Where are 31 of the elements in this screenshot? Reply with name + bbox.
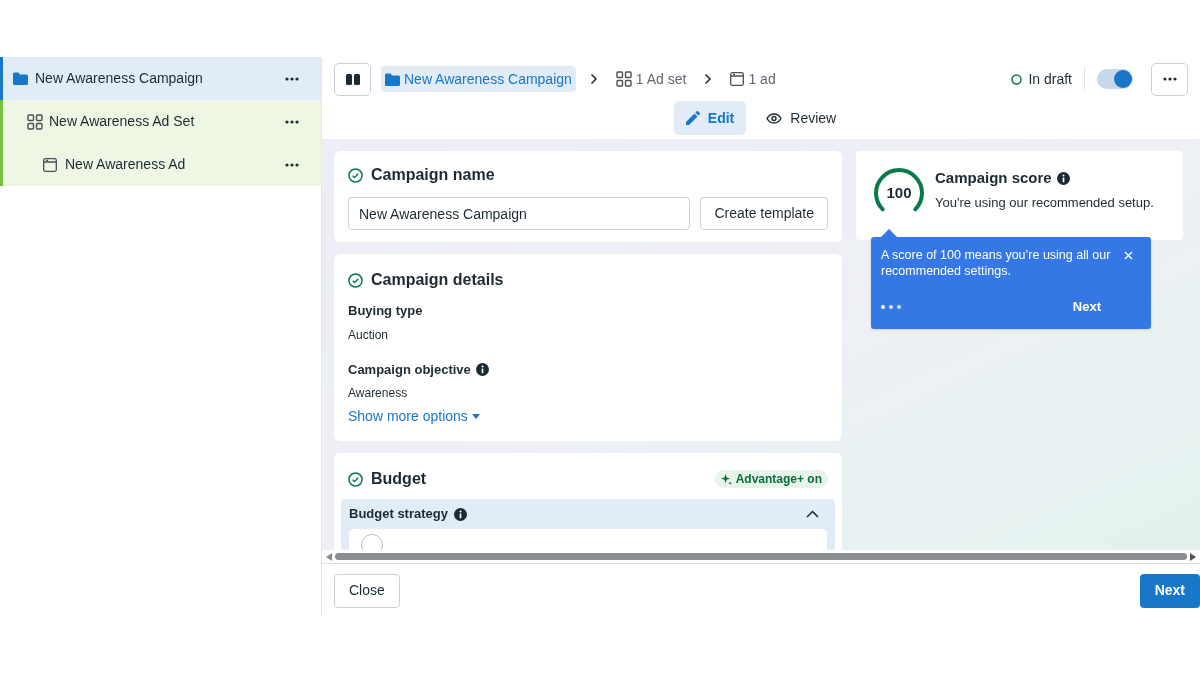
breadcrumb-item[interactable]: 1 ad: [726, 66, 780, 92]
next-button[interactable]: Next: [1139, 573, 1200, 608]
field-label: Buying type: [348, 302, 423, 320]
tab[interactable]: Edit: [673, 101, 747, 135]
score-value: 100: [886, 182, 912, 203]
breadcrumb-item[interactable]: New Awareness Campaign: [381, 66, 576, 92]
tree-item[interactable]: New Awareness Ad Set: [0, 100, 321, 143]
close-button[interactable]: Close: [334, 573, 400, 608]
section-title: Budget strategy: [349, 505, 448, 524]
breadcrumb-item[interactable]: 1 Ad set: [611, 66, 691, 92]
status-label: In draft: [1011, 68, 1072, 90]
field-label: Campaign objective: [348, 360, 471, 379]
field-value: Auction: [348, 326, 390, 344]
tooltip-next-button[interactable]: Next: [1072, 297, 1101, 317]
tree-item[interactable]: New Awareness Ad: [0, 143, 321, 186]
card-title: Budget: [371, 469, 428, 489]
score-title: Campaign score: [935, 168, 1052, 188]
item-label: New Awareness Ad Set: [49, 112, 196, 131]
show-more-link[interactable]: Show more options: [348, 406, 480, 427]
advantage-badge: Advantage+ on: [714, 470, 828, 488]
tooltip-text: A score of 100 means you’re using all our recommended settings.: [881, 247, 1112, 279]
create-template-button[interactable]: Create template: [700, 197, 828, 230]
tree-item[interactable]: New Awareness Campaign: [0, 57, 321, 100]
item-label: New Awareness Ad: [65, 155, 187, 174]
item-label: New Awareness Campaign: [35, 69, 204, 88]
input-field[interactable]: New Awareness Campaign: [348, 197, 691, 230]
score-subtitle: You're using our recommended setup.: [935, 193, 1154, 212]
card-title: Campaign name: [371, 165, 495, 185]
card-title: Campaign details: [371, 270, 504, 290]
tab[interactable]: Review: [754, 101, 849, 135]
field-value: Awareness: [348, 385, 409, 402]
